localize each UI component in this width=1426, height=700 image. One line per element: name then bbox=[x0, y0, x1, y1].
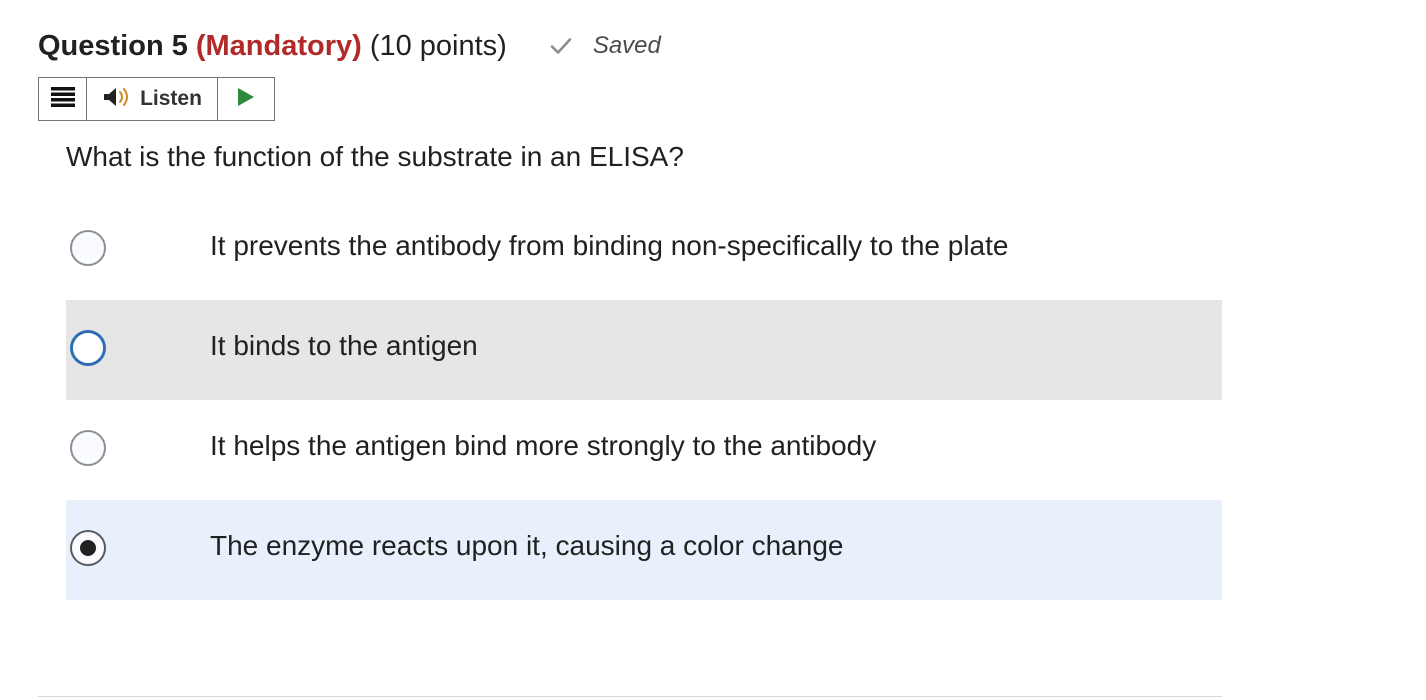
readspeaker-toolbar: Listen bbox=[38, 77, 275, 121]
section-divider bbox=[38, 696, 1222, 697]
answer-option[interactable]: It binds to the antigen bbox=[66, 300, 1222, 400]
answer-options: It prevents the antibody from binding no… bbox=[66, 200, 1222, 600]
radio-button[interactable] bbox=[70, 430, 106, 466]
points-label: (10 points) bbox=[369, 29, 507, 62]
question-title: Question 5 bbox=[38, 29, 188, 62]
answer-option-label: It helps the antigen bind more strongly … bbox=[210, 430, 877, 461]
radio-selected-dot bbox=[80, 540, 96, 556]
radio-button-checked[interactable] bbox=[70, 530, 106, 566]
listen-button[interactable]: Listen bbox=[87, 78, 218, 120]
save-status: Saved bbox=[549, 32, 661, 60]
hamburger-menu-icon bbox=[50, 86, 75, 112]
play-icon bbox=[237, 87, 255, 112]
speaker-icon bbox=[102, 86, 132, 113]
toolbar-menu-button[interactable] bbox=[39, 78, 87, 120]
radio-button[interactable] bbox=[70, 230, 106, 266]
answer-option-label: It binds to the antigen bbox=[210, 330, 478, 361]
checkmark-icon bbox=[549, 34, 573, 58]
answer-option-label: It prevents the antibody from binding no… bbox=[210, 230, 1009, 261]
answer-option-label: The enzyme reacts upon it, causing a col… bbox=[210, 530, 844, 561]
mandatory-label: (Mandatory) bbox=[195, 29, 362, 62]
question-header: Question 5 (Mandatory) (10 points) Saved bbox=[38, 26, 661, 66]
question-text: What is the function of the substrate in… bbox=[66, 141, 684, 172]
play-button[interactable] bbox=[218, 78, 274, 120]
saved-status-text: Saved bbox=[592, 32, 661, 59]
answer-option-selected[interactable]: The enzyme reacts upon it, causing a col… bbox=[66, 500, 1222, 600]
listen-label: Listen bbox=[140, 87, 202, 110]
quiz-question-page: Question 5 (Mandatory) (10 points) Saved bbox=[0, 0, 1426, 700]
answer-option[interactable]: It helps the antigen bind more strongly … bbox=[66, 400, 1222, 500]
answer-option[interactable]: It prevents the antibody from binding no… bbox=[66, 200, 1222, 300]
radio-button[interactable] bbox=[70, 330, 106, 366]
